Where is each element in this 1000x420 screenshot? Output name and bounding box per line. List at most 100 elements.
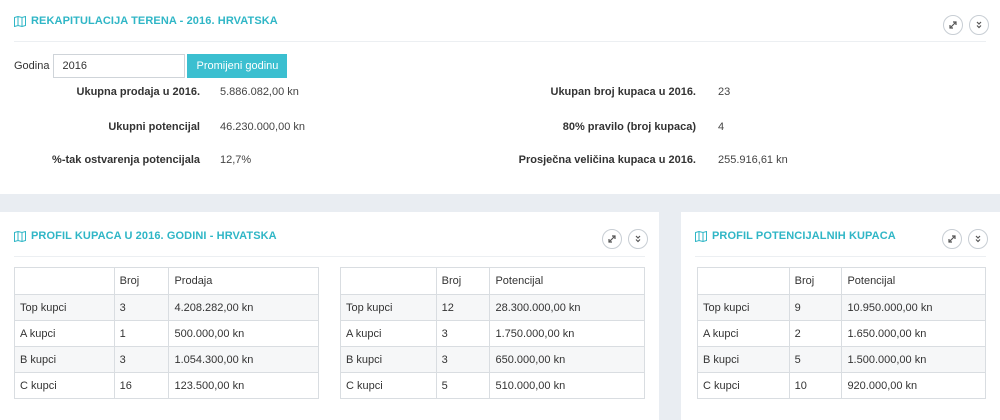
stat-avg-size-label: Prosječna veličina kupaca u 2016. [518,154,696,166]
table-cell: 4.208.282,00 kn [168,294,319,321]
sales-profile-table: Broj Prodaja Top kupci 3 4.208.282,00 kn… [14,267,319,399]
table-cell: C kupci [697,372,790,399]
table-cell: 1.054.300,00 kn [168,346,319,373]
table-cell: 1.500.000,00 kn [841,346,986,373]
table-cell: B kupci [14,346,115,373]
table-row: Top kupci 3 4.208.282,00 kn [14,294,319,321]
summary-tools [943,15,989,35]
potential-divider [695,256,986,257]
table-cell: 12 [435,294,491,321]
table-header-cell: Potencijal [841,267,986,295]
stat-total-sales-value: 5.886.082,00 kn [220,86,299,98]
table-header-cell: Potencijal [489,267,645,295]
table-cell: C kupci [340,372,437,399]
table-cell: 500.000,00 kn [168,320,319,347]
table-cell: 1.750.000,00 kn [489,320,645,347]
stat-potential-pct-label: %-tak ostvarenja potencijala [52,154,200,166]
potential-collapse-button[interactable] [968,229,988,249]
profile-expand-button[interactable] [602,229,622,249]
table-cell: 510.000,00 kn [489,372,645,399]
table-header-cell [340,267,437,295]
chevron-double-down-icon [975,235,981,243]
table-cell: 3 [113,294,170,321]
table-cell: A kupci [14,320,115,347]
potential-expand-button[interactable] [942,229,962,249]
table-row: C kupci 5 510.000,00 kn [340,372,645,399]
table-cell: 5 [435,372,491,399]
stat-total-potential-label: Ukupni potencijal [108,121,200,133]
table-cell: Top kupci [340,294,437,321]
potential-tools [942,229,988,249]
map-icon [695,230,707,242]
potential-title-text: PROFIL POTENCIJALNIH KUPACA [712,230,896,242]
potential-customers-table: Broj Potencijal Top kupci 9 10.950.000,0… [697,267,986,399]
table-row: A kupci 3 1.750.000,00 kn [340,320,645,347]
stat-customer-count-value: 23 [718,86,731,98]
table-row: C kupci 16 123.500,00 kn [14,372,319,399]
table-cell: 650.000,00 kn [489,346,645,373]
table-cell: C kupci [14,372,115,399]
table-cell: 10.950.000,00 kn [841,294,986,321]
table-cell: B kupci [340,346,437,373]
table-cell: 3 [435,320,491,347]
table-cell: 3 [113,346,170,373]
potential-customers-panel: PROFIL POTENCIJALNIH KUPACA Broj Potenci… [681,212,1000,420]
table-cell: 3 [435,346,491,373]
year-form: Godina Promijeni godinu [14,54,288,78]
stat-total-potential-value: 46.230.000,00 kn [220,121,306,133]
table-row: B kupci 3 650.000,00 kn [340,346,645,373]
year-label: Godina [14,60,50,72]
table-cell: A kupci [340,320,437,347]
summary-panel: REKAPITULACIJA TERENA - 2016. HRVATSKA G… [0,0,1000,194]
summary-panel-title: REKAPITULACIJA TERENA - 2016. HRVATSKA [14,15,278,27]
table-cell: 10 [788,372,843,399]
summary-title-text: REKAPITULACIJA TERENA - 2016. HRVATSKA [31,15,278,27]
profile-divider [14,256,645,257]
summary-collapse-button[interactable] [969,15,989,35]
summary-divider [14,41,986,42]
table-row: A kupci 1 500.000,00 kn [14,320,319,347]
stat-customer-count-label: Ukupan broj kupaca u 2016. [550,86,697,98]
table-header-row: Broj Prodaja [14,267,319,295]
table-row: B kupci 3 1.054.300,00 kn [14,346,319,373]
map-icon [14,15,26,27]
table-cell: 2 [788,320,843,347]
table-cell: 920.000,00 kn [841,372,986,399]
table-header-cell: Prodaja [168,267,319,295]
table-cell: Top kupci [14,294,115,321]
summary-expand-button[interactable] [943,15,963,35]
profile-title-text: PROFIL KUPACA U 2016. GODINI - HRVATSKA [31,230,277,242]
table-cell: A kupci [697,320,790,347]
stat-total-sales-label: Ukupna prodaja u 2016. [76,86,200,98]
table-cell: 9 [788,294,843,321]
profile-panel-title: PROFIL KUPACA U 2016. GODINI - HRVATSKA [14,230,277,242]
profile-collapse-button[interactable] [628,229,648,249]
potential-profile-table: Broj Potencijal Top kupci 12 28.300.000,… [340,267,645,399]
table-cell: 123.500,00 kn [168,372,319,399]
change-year-button[interactable]: Promijeni godinu [187,54,288,78]
chevron-double-down-icon [635,235,641,243]
table-header-cell: Broj [788,267,843,295]
table-cell: 1 [113,320,170,347]
table-header-row: Broj Potencijal [697,267,986,295]
expand-icon [948,235,956,243]
table-row: A kupci 2 1.650.000,00 kn [697,320,986,347]
table-cell: 28.300.000,00 kn [489,294,645,321]
table-cell: 5 [788,346,843,373]
stat-avg-size-value: 255.916,61 kn [718,154,788,166]
table-header-cell: Broj [435,267,491,295]
profile-tools [602,229,648,249]
expand-icon [608,235,616,243]
chevron-double-down-icon [976,21,982,29]
customer-profile-panel: PROFIL KUPACA U 2016. GODINI - HRVATSKA … [0,212,659,420]
year-input[interactable] [53,54,186,78]
potential-panel-title: PROFIL POTENCIJALNIH KUPACA [695,230,896,242]
table-cell: Top kupci [697,294,790,321]
table-header-cell [697,267,790,295]
stat-potential-pct-value: 12,7% [220,154,252,166]
table-row: Top kupci 9 10.950.000,00 kn [697,294,986,321]
table-cell: 16 [113,372,170,399]
map-icon [14,230,26,242]
stat-80-rule-value: 4 [718,121,725,133]
table-row: B kupci 5 1.500.000,00 kn [697,346,986,373]
